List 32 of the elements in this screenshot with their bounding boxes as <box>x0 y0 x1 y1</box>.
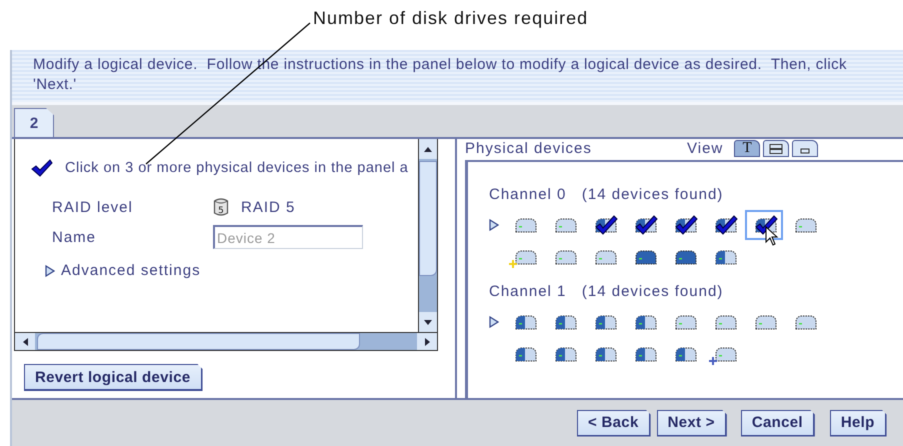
mouse-pointer-icon <box>765 226 779 246</box>
expand-triangle-icon[interactable] <box>489 219 499 231</box>
channel-label: Channel 1 (14 devices found) <box>489 283 724 300</box>
list-view-icon <box>769 144 784 154</box>
vertical-scrollbar[interactable] <box>418 139 437 332</box>
scroll-right-arrow-icon[interactable] <box>424 338 430 346</box>
view-label: View <box>687 140 724 157</box>
raid-level-label: RAID level <box>52 198 134 216</box>
expand-triangle-icon[interactable] <box>45 264 55 276</box>
wizard-button[interactable]: Cancel <box>740 410 815 436</box>
instruction-text: Click on 3 or more physical devices in the panel a <box>65 160 408 176</box>
scroll-down-arrow-icon[interactable] <box>424 320 432 324</box>
tab[interactable]: 2 <box>14 108 54 137</box>
revert-logical-device-button[interactable]: Revert logical device <box>24 364 203 391</box>
wizard-button[interactable]: < Back <box>577 410 651 436</box>
view-toggle-button[interactable]: T <box>734 140 760 157</box>
scroll-up-arrow-icon[interactable] <box>424 146 432 152</box>
view-toggle-button[interactable] <box>763 140 790 157</box>
disk-cylinder-icon: 5 <box>213 197 229 217</box>
advanced-settings-toggle[interactable]: Advanced settings <box>61 262 201 279</box>
checkmark-icon <box>31 159 53 177</box>
name-label: Name <box>52 228 98 246</box>
callout-label: Number of disk drives required <box>313 8 588 29</box>
physical-devices-title: Physical devices <box>465 140 593 157</box>
wizard-button[interactable]: Next > <box>656 410 727 436</box>
scroll-left-arrow-icon[interactable] <box>22 338 28 346</box>
view-toggle-button[interactable] <box>792 140 818 157</box>
raid-level-value: RAID 5 <box>241 198 296 216</box>
channel-label: Channel 0 (14 devices found) <box>489 186 724 203</box>
expand-triangle-icon[interactable] <box>489 316 499 328</box>
horizontal-scrollbar[interactable] <box>15 332 437 350</box>
wizard-button[interactable]: Help <box>830 410 887 436</box>
